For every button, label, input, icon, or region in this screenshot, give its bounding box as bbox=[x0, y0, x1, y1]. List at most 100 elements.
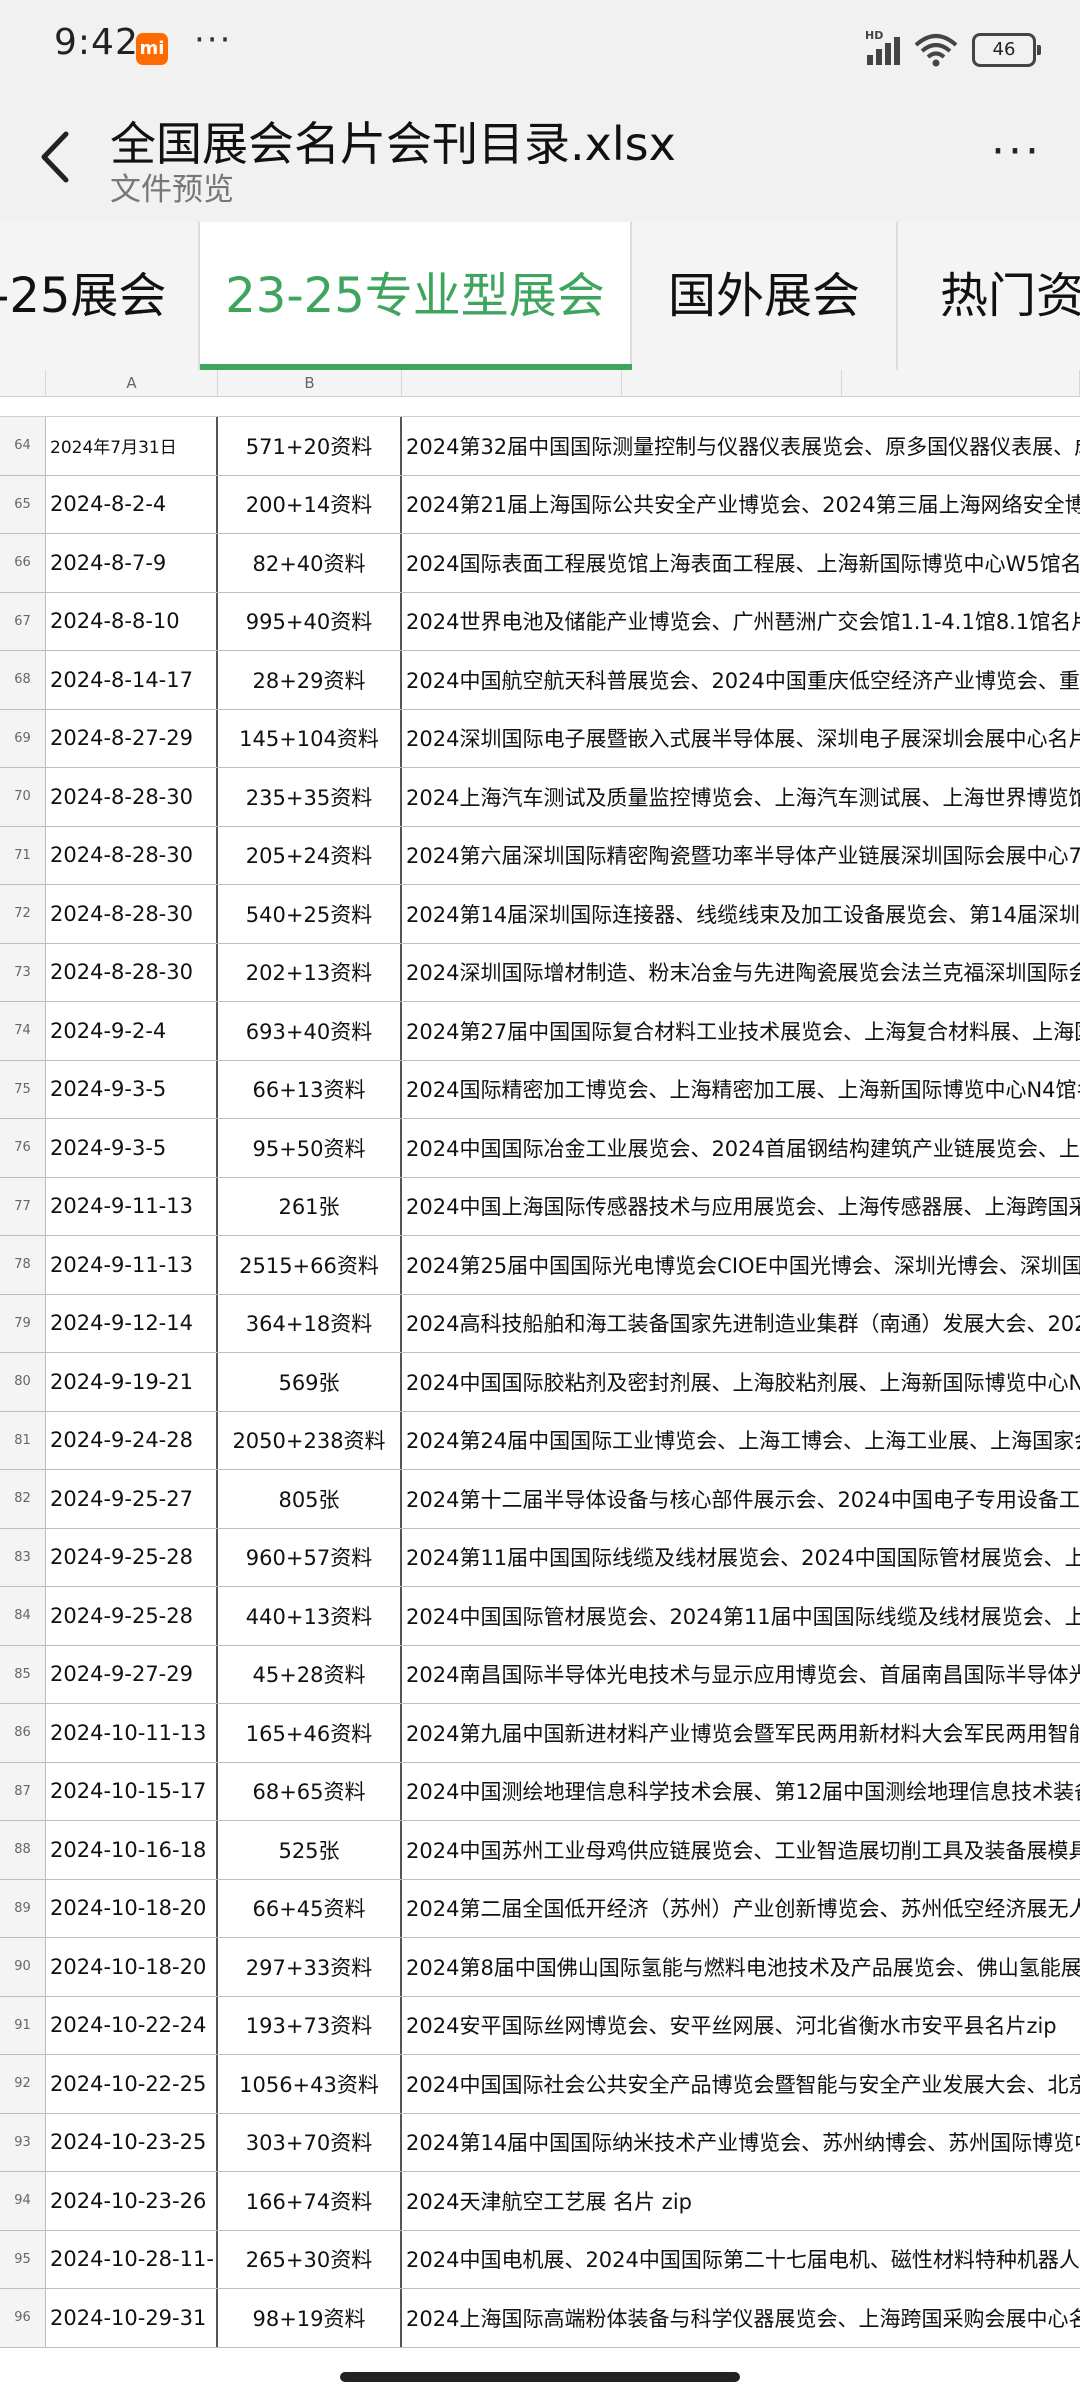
count-cell[interactable]: 145+104资料 bbox=[218, 709, 402, 767]
home-indicator[interactable] bbox=[340, 2372, 740, 2382]
exhibition-name-cell[interactable]: 2024中国国际管材展览会、2024第11届中国国际线缆及线材展览会、上海管材展… bbox=[402, 1587, 1080, 1645]
table-row[interactable]: 78 2024-9-11-13 2515+66资料 2024第25届中国国际光电博览会… bbox=[0, 1236, 1080, 1295]
tab-hot-resources[interactable]: 热门资料 bbox=[898, 222, 1080, 370]
count-cell[interactable]: 693+40资料 bbox=[218, 1002, 402, 1060]
table-row[interactable]: 90 2024-10-18-20 297+33资料 2024第8届中国佛山国际氢能与燃… bbox=[0, 1938, 1080, 1997]
exhibition-name-cell[interactable]: 2024上海国际高端粉体装备与科学仪器展览会、上海跨国采购会展中心名片zip bbox=[402, 2289, 1080, 2347]
count-cell[interactable]: 193+73资料 bbox=[218, 1996, 402, 2054]
count-cell[interactable]: 66+45资料 bbox=[218, 1879, 402, 1937]
date-cell[interactable]: 2024-8-27-29 bbox=[46, 709, 218, 767]
table-row[interactable]: 83 2024-9-25-28 960+57资料 2024第11届中国国际线缆及线材展… bbox=[0, 1528, 1080, 1587]
row-number-cell[interactable]: 72 bbox=[0, 885, 46, 943]
exhibition-name-cell[interactable]: 2024中国国际冶金工业展览会、2024首届钢结构建筑产业链展览会、上海冶金展名… bbox=[402, 1119, 1080, 1177]
exhibition-name-cell[interactable]: 2024中国上海国际传感器技术与应用展览会、上海传感器展、上海跨国采购会展中心名… bbox=[402, 1178, 1080, 1236]
row-number-cell[interactable]: 74 bbox=[0, 1002, 46, 1060]
row-number-cell[interactable]: 95 bbox=[0, 2230, 46, 2288]
date-cell[interactable]: 2024-8-14-17 bbox=[46, 651, 218, 709]
exhibition-name-cell[interactable]: 2024中国测绘地理信息科学技术会展、第12届中国测绘地理信息技术装备博览会名片… bbox=[402, 1763, 1080, 1821]
date-cell[interactable]: 2024-10-23-25 bbox=[46, 2113, 218, 2171]
table-row[interactable]: 85 2024-9-27-29 45+28资料 2024南昌国际半导体光电技术与显示应… bbox=[0, 1645, 1080, 1704]
table-row[interactable]: 76 2024-9-3-5 95+50资料 2024中国国际冶金工业展览会、2024首… bbox=[0, 1119, 1080, 1178]
date-cell[interactable]: 2024-10-23-26 bbox=[46, 2172, 218, 2230]
count-cell[interactable]: 2050+238资料 bbox=[218, 1411, 402, 1469]
exhibition-name-cell[interactable]: 2024第24届中国国际工业博览会、上海工博会、上海工业展、上海国家会展中心名片… bbox=[402, 1412, 1080, 1470]
table-row[interactable]: 94 2024-10-23-26 166+74资料 2024天津航空工艺展 名片 zi… bbox=[0, 2172, 1080, 2231]
date-cell[interactable]: 2024-9-11-13 bbox=[46, 1236, 218, 1294]
row-number-cell[interactable]: 66 bbox=[0, 534, 46, 592]
count-cell[interactable]: 165+46资料 bbox=[218, 1704, 402, 1762]
row-number-cell[interactable]: 94 bbox=[0, 2172, 46, 2230]
exhibition-name-cell[interactable]: 2024深圳国际电子展暨嵌入式展半导体展、深圳电子展深圳会展中心名片zip bbox=[402, 710, 1080, 768]
date-cell[interactable]: 2024-9-2-4 bbox=[46, 1002, 218, 1060]
count-cell[interactable]: 303+70资料 bbox=[218, 2113, 402, 2171]
exhibition-name-cell[interactable]: 2024国际精密加工博览会、上海精密加工展、上海新国际博览中心N4馆名片zip bbox=[402, 1061, 1080, 1119]
count-cell[interactable]: 2515+66资料 bbox=[218, 1236, 402, 1294]
row-number-cell[interactable]: 81 bbox=[0, 1411, 46, 1469]
date-cell[interactable]: 2024-9-27-29 bbox=[46, 1645, 218, 1703]
exhibition-name-cell[interactable]: 2024第九届中国新进材料产业博览会暨军民两用新材料大会军民两用智能装备展名片z… bbox=[402, 1704, 1080, 1762]
table-row[interactable]: 64 2024年7月31日 571+20资料 2024第32届中国国际测量控制与仪器仪… bbox=[0, 417, 1080, 476]
exhibition-name-cell[interactable]: 2024上海汽车测试及质量监控博览会、上海汽车测试展、上海世界博览馆名片zip bbox=[402, 768, 1080, 826]
column-header-c[interactable] bbox=[402, 370, 622, 396]
row-number-cell[interactable]: 91 bbox=[0, 1996, 46, 2054]
table-row[interactable]: 68 2024-8-14-17 28+29资料 2024中国航空航天科普展览会、202… bbox=[0, 651, 1080, 710]
table-row[interactable]: 65 2024-8-2-4 200+14资料 2024第21届上海国际公共安全产业博览… bbox=[0, 475, 1080, 534]
date-cell[interactable]: 2024-10-29-31 bbox=[46, 2289, 218, 2347]
table-row[interactable]: 71 2024-8-28-30 205+24资料 2024第六届深圳国际精密陶瓷暨功率… bbox=[0, 826, 1080, 885]
row-number-cell[interactable]: 96 bbox=[0, 2289, 46, 2347]
table-row[interactable]: 72 2024-8-28-30 540+25资料 2024第14届深圳国际连接器、线缆… bbox=[0, 885, 1080, 944]
row-number-cell[interactable]: 64 bbox=[0, 417, 46, 475]
exhibition-name-cell[interactable]: 2024中国国际社会公共安全产品博览会暨智能与安全产业发展大会、北京公共安全名片… bbox=[402, 2055, 1080, 2113]
table-row[interactable]: 92 2024-10-22-25 1056+43资料 2024中国国际社会公共安全产品… bbox=[0, 2055, 1080, 2114]
exhibition-name-cell[interactable]: 2024第14届深圳国际连接器、线缆线束及加工设备展览会、第14届深圳国际工业名… bbox=[402, 885, 1080, 943]
count-cell[interactable]: 364+18资料 bbox=[218, 1294, 402, 1352]
count-cell[interactable]: 66+13资料 bbox=[218, 1060, 402, 1118]
row-number-cell[interactable]: 82 bbox=[0, 1470, 46, 1528]
exhibition-name-cell[interactable]: 2024第14届中国国际纳米技术产业博览会、苏州纳博会、苏州国际博览中心名片zi… bbox=[402, 2114, 1080, 2172]
row-number-cell[interactable]: 77 bbox=[0, 1177, 46, 1235]
date-cell[interactable]: 2024年7月31日 bbox=[46, 417, 218, 475]
row-number-cell[interactable]: 73 bbox=[0, 943, 46, 1001]
tab-exhibitions[interactable]: -25展会 bbox=[0, 222, 200, 370]
row-number-cell[interactable]: 88 bbox=[0, 1821, 46, 1879]
date-cell[interactable]: 2024-9-11-13 bbox=[46, 1177, 218, 1235]
date-cell[interactable]: 2024-9-24-28 bbox=[46, 1411, 218, 1469]
date-cell[interactable]: 2024-9-3-5 bbox=[46, 1119, 218, 1177]
tab-professional-exhibitions[interactable]: 23-25专业型展会 bbox=[200, 222, 632, 370]
date-cell[interactable]: 2024-8-8-10 bbox=[46, 592, 218, 650]
table-row[interactable]: 88 2024-10-16-18 525张 2024中国苏州工业母鸡供应链展览会、工业… bbox=[0, 1821, 1080, 1880]
date-cell[interactable]: 2024-10-22-25 bbox=[46, 2055, 218, 2113]
count-cell[interactable]: 261张 bbox=[218, 1177, 402, 1235]
exhibition-name-cell[interactable]: 2024深圳国际增材制造、粉末冶金与先进陶瓷展览会法兰克福深圳国际会展中心名片z… bbox=[402, 944, 1080, 1002]
row-number-cell[interactable]: 76 bbox=[0, 1119, 46, 1177]
exhibition-name-cell[interactable]: 2024第8届中国佛山国际氢能与燃料电池技术及产品展览会、佛山氢能展燃料电池名片… bbox=[402, 1938, 1080, 1996]
table-row[interactable]: 67 2024-8-8-10 995+40资料 2024世界电池及储能产业博览会、广州… bbox=[0, 592, 1080, 651]
exhibition-name-cell[interactable]: 2024中国航空航天科普展览会、2024中国重庆低空经济产业博览会、重庆航展名片… bbox=[402, 651, 1080, 709]
count-cell[interactable]: 440+13资料 bbox=[218, 1587, 402, 1645]
count-cell[interactable]: 202+13资料 bbox=[218, 943, 402, 1001]
table-row[interactable]: 66 2024-8-7-9 82+40资料 2024国际表面工程展览馆上海表面工程展、… bbox=[0, 534, 1080, 593]
row-number-cell[interactable]: 67 bbox=[0, 592, 46, 650]
row-number-cell[interactable]: 85 bbox=[0, 1645, 46, 1703]
count-cell[interactable]: 297+33资料 bbox=[218, 1938, 402, 1996]
exhibition-name-cell[interactable]: 2024第27届中国国际复合材料工业技术展览会、上海复合材料展、上海国际会展名片… bbox=[402, 1002, 1080, 1060]
row-number-cell[interactable]: 92 bbox=[0, 2055, 46, 2113]
date-cell[interactable]: 2024-10-18-20 bbox=[46, 1879, 218, 1937]
tab-foreign-exhibitions[interactable]: 国外展会 bbox=[632, 222, 898, 370]
row-number-cell[interactable]: 93 bbox=[0, 2113, 46, 2171]
count-cell[interactable]: 45+28资料 bbox=[218, 1645, 402, 1703]
row-number-cell[interactable]: 68 bbox=[0, 651, 46, 709]
date-cell[interactable]: 2024-9-12-14 bbox=[46, 1294, 218, 1352]
count-cell[interactable]: 166+74资料 bbox=[218, 2172, 402, 2230]
back-icon[interactable] bbox=[28, 122, 88, 192]
spreadsheet[interactable]: A B 64 2024年7月31日 571+20资料 2024第32届中国国际测量控制… bbox=[0, 370, 1080, 2354]
table-row[interactable]: 87 2024-10-15-17 68+65资料 2024中国测绘地理信息科学技术会展… bbox=[0, 1762, 1080, 1821]
exhibition-name-cell[interactable]: 2024第十二届半导体设备与核心部件展示会、2024中国电子专用设备工业协会名片… bbox=[402, 1470, 1080, 1528]
column-header-b[interactable]: B bbox=[218, 370, 402, 396]
row-number-cell[interactable]: 69 bbox=[0, 709, 46, 767]
exhibition-name-cell[interactable]: 2024中国电机展、2024中国国际第二十七届电机、磁性材料特种机器人技术名片z… bbox=[402, 2231, 1080, 2289]
date-cell[interactable]: 2024-8-2-4 bbox=[46, 475, 218, 533]
table-row[interactable]: 70 2024-8-28-30 235+35资料 2024上海汽车测试及质量监控博览会… bbox=[0, 768, 1080, 827]
count-cell[interactable]: 200+14资料 bbox=[218, 475, 402, 533]
row-number-cell[interactable]: 89 bbox=[0, 1879, 46, 1937]
